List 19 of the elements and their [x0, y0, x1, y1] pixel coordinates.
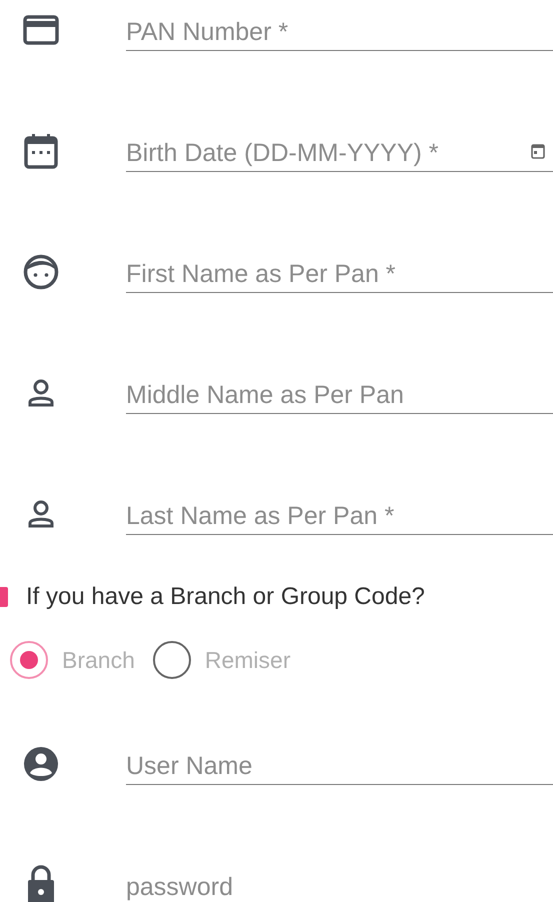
input-field[interactable]: Last Name as Per Pan * [126, 484, 553, 535]
person-icon [27, 498, 55, 528]
input-field[interactable]: Middle Name as Per Pan [126, 363, 553, 414]
radio-label: Remiser [204, 646, 290, 675]
person-icon [27, 378, 55, 408]
input-field[interactable]: Birth Date (DD-MM-YYYY) * [126, 121, 553, 172]
input-field[interactable]: First Name as Per Pan * [126, 242, 553, 293]
face-icon [23, 254, 59, 290]
radio-button[interactable] [10, 641, 48, 679]
card-icon [23, 14, 59, 44]
radio-label: Branch [62, 646, 135, 675]
calendar-icon[interactable] [531, 143, 545, 159]
radio-button[interactable] [152, 641, 191, 679]
input-field[interactable]: User Name [126, 734, 553, 785]
input-field[interactable]: PAN Number * [126, 0, 553, 51]
input-field[interactable]: password [126, 855, 553, 902]
calendar-icon [24, 132, 58, 168]
checkbox-label: If you have a Branch or Group Code? [26, 582, 425, 612]
user-circle-icon [23, 746, 59, 782]
